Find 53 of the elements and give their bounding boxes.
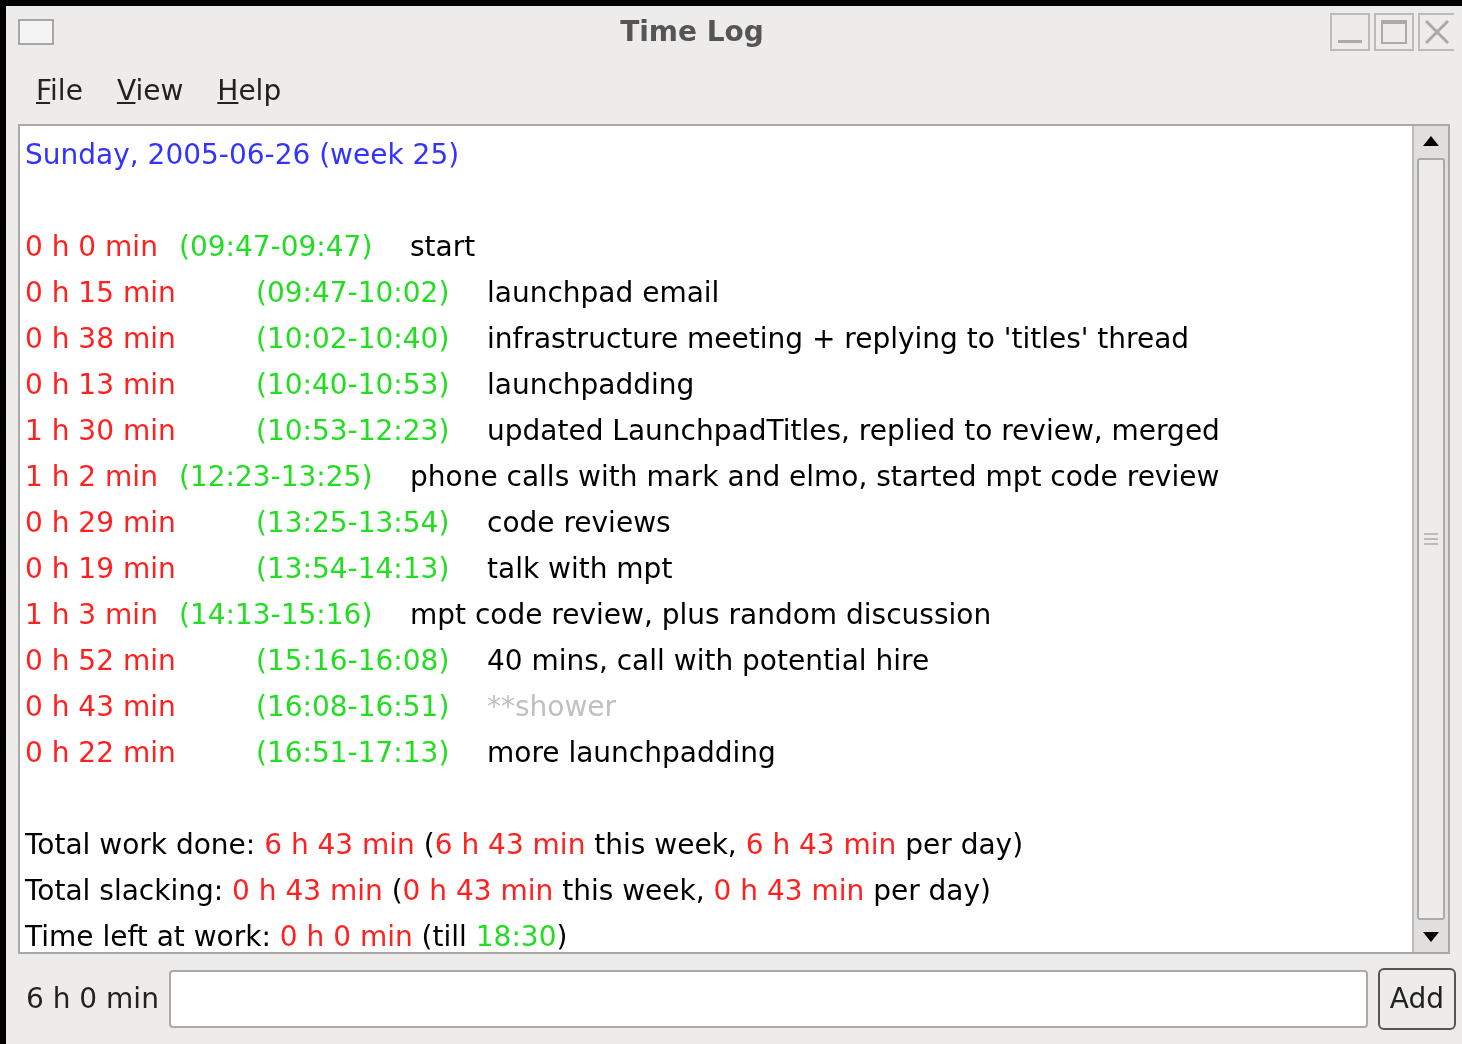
- close-button[interactable]: [1418, 13, 1454, 51]
- menu-item[interactable]: Help: [217, 70, 282, 112]
- scrollbar[interactable]: [1412, 126, 1448, 952]
- entry-description: **shower: [487, 690, 617, 723]
- summary-line: Total work done: 6 h 43 min (6 h 43 min this week, 6 h 43 min per day): [25, 827, 1024, 863]
- entry-description: phone calls with mark and elmo, started mpt code review: [410, 460, 1220, 493]
- time-range-text: (12:23-13:25): [179, 460, 373, 493]
- duration-text: 0 h 22 min: [25, 736, 176, 769]
- duration-text: 0 h 38 min: [25, 322, 176, 355]
- maximize-button[interactable]: [1374, 13, 1414, 51]
- duration-text: 0 h 43 min: [25, 690, 176, 723]
- entry-description: talk with mpt: [487, 552, 673, 585]
- entry-description: infrastructure meeting + replying to 'titles' thread: [487, 322, 1190, 355]
- duration-text: 1 h 30 min: [25, 414, 176, 447]
- time-range-text: (10:40-10:53): [256, 368, 450, 401]
- duration-text: 0 h 15 min: [25, 276, 176, 309]
- window-icon[interactable]: [18, 19, 54, 45]
- entry-description: mpt code review, plus random discussion: [410, 598, 992, 631]
- elapsed-time-label: 6 h 0 min: [26, 981, 159, 1017]
- add-button[interactable]: Add: [1377, 968, 1456, 1030]
- duration-text: 0 h 0 min: [25, 230, 158, 263]
- window-title: Time Log: [620, 14, 764, 50]
- time-range-text: (16:08-16:51): [256, 690, 450, 723]
- time-range-text: (16:51-17:13): [256, 736, 450, 769]
- entry-description: code reviews: [487, 506, 671, 539]
- menu-item[interactable]: View: [116, 70, 184, 112]
- entry-description: launchpad email: [487, 276, 720, 309]
- duration-text: 1 h 3 min: [25, 598, 158, 631]
- duration-text: 1 h 2 min: [25, 460, 158, 493]
- duration-text: 0 h 29 min: [25, 506, 176, 539]
- minimize-button[interactable]: [1330, 13, 1370, 51]
- entry-input-field[interactable]: [168, 970, 1368, 1028]
- entry-description: 40 mins, call with potential hire: [487, 644, 930, 677]
- entry-description: more launchpadding: [487, 736, 776, 769]
- time-range-text: (10:53-12:23): [256, 414, 450, 447]
- summary-line: Total slacking: 0 h 43 min (0 h 43 min this week, 0 h 43 min per day): [25, 873, 991, 909]
- time-range-text: (14:13-15:16): [179, 598, 373, 631]
- date-heading: Sunday, 2005-06-26 (week 25): [25, 137, 460, 173]
- duration-text: 0 h 13 min: [25, 368, 176, 401]
- time-range-text: (13:25-13:54): [256, 506, 450, 539]
- time-range-text: (09:47-09:47): [179, 230, 373, 263]
- summary-line: Time left at work: 0 h 0 min (till 18:30): [25, 919, 568, 955]
- entry-description: start: [410, 230, 476, 263]
- time-range-text: (13:54-14:13): [256, 552, 450, 585]
- duration-text: 0 h 52 min: [25, 644, 176, 677]
- time-range-text: (10:02-10:40): [256, 322, 450, 355]
- duration-text: 0 h 19 min: [25, 552, 176, 585]
- entry-description: launchpadding: [487, 368, 695, 401]
- scrollbar-thumb[interactable]: [1417, 158, 1445, 920]
- entry-description: updated LaunchpadTitles, replied to review, merged: [487, 414, 1220, 447]
- menu-item[interactable]: File: [36, 70, 83, 112]
- time-range-text: (09:47-10:02): [256, 276, 450, 309]
- time-range-text: (15:16-16:08): [256, 644, 450, 677]
